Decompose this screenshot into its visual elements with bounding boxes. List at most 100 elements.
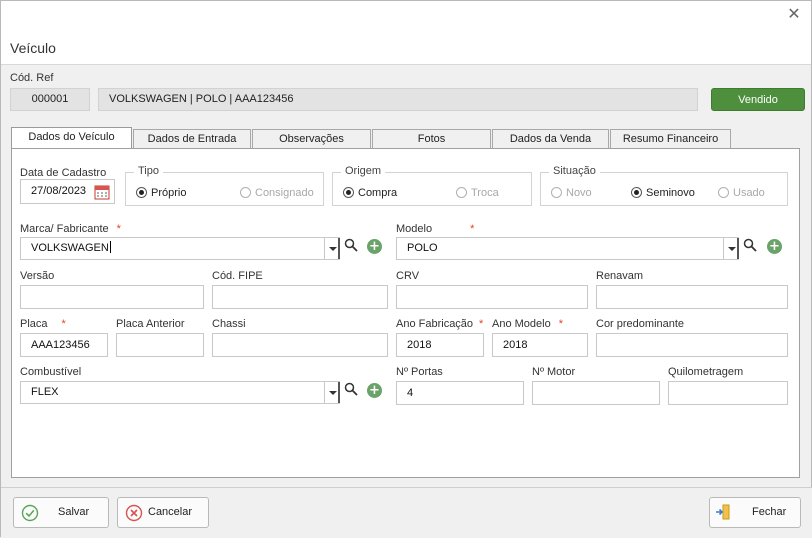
- modelo-search-icon[interactable]: [743, 238, 757, 252]
- vehicle-dialog: ✕ Veículo Cód. Ref 000001 VOLKSWAGEN | P…: [0, 0, 812, 538]
- situacao-label: Situação: [549, 165, 600, 177]
- situacao-novo-radio[interactable]: Novo: [551, 187, 592, 199]
- situacao-usado-label: Usado: [733, 187, 765, 199]
- data-cadastro-value: 27/08/2023: [31, 185, 87, 197]
- quilometragem-label: Quilometragem: [668, 366, 744, 378]
- radio-checked-icon: [136, 187, 147, 198]
- radio-unchecked-icon: [718, 187, 729, 198]
- origem-compra-radio[interactable]: Compra: [343, 187, 397, 199]
- vehicle-data-panel: Data de Cadastro 27/08/2023 Tipo Próprio…: [11, 148, 800, 478]
- ano-fabricacao-input[interactable]: 2018: [396, 333, 484, 357]
- cancel-label: Cancelar: [148, 506, 193, 518]
- renavam-label: Renavam: [596, 270, 644, 282]
- title-bar: ✕ Veículo: [1, 1, 811, 65]
- combustivel-label: Combustível: [20, 366, 82, 378]
- origem-troca-radio[interactable]: Troca: [456, 187, 499, 199]
- modelo-add-icon[interactable]: +: [767, 239, 782, 254]
- ref-description-field: VOLKSWAGEN | POLO | AAA123456: [98, 88, 698, 111]
- calendar-icon[interactable]: [94, 184, 110, 200]
- ano-modelo-label-text: Ano Modelo: [492, 318, 551, 330]
- origem-compra-label: Compra: [358, 187, 398, 199]
- data-cadastro-label: Data de Cadastro: [20, 167, 107, 179]
- footer-bar: Salvar Cancelar Fechar: [1, 487, 812, 538]
- tab-observacoes[interactable]: Observações: [252, 129, 371, 148]
- situacao-usado-radio[interactable]: Usado: [718, 187, 765, 199]
- cancel-button[interactable]: Cancelar: [117, 497, 209, 528]
- tab-fotos[interactable]: Fotos: [372, 129, 491, 148]
- tipo-label: Tipo: [134, 165, 163, 177]
- crv-input[interactable]: [396, 285, 588, 309]
- close-button[interactable]: Fechar: [709, 497, 801, 528]
- chassi-label: Chassi: [212, 318, 246, 330]
- portas-input[interactable]: 4: [396, 381, 524, 405]
- placa-label: Placa *: [20, 318, 66, 330]
- chassi-input[interactable]: [212, 333, 388, 357]
- origem-label: Origem: [341, 165, 386, 177]
- modelo-label-text: Modelo: [396, 223, 433, 235]
- tab-dados-da-venda[interactable]: Dados da Venda: [492, 129, 609, 148]
- situacao-novo-label: Novo: [566, 187, 592, 199]
- tab-dados-do-veiculo[interactable]: Dados do Veículo: [11, 127, 132, 149]
- cor-label: Cor predominante: [596, 318, 685, 330]
- chevron-down-icon[interactable]: [723, 238, 739, 259]
- tipo-consignado-radio[interactable]: Consignado: [240, 187, 314, 199]
- placa-anterior-input[interactable]: [116, 333, 204, 357]
- required-mark: *: [61, 318, 66, 330]
- marca-label: Marca/ Fabricante *: [20, 223, 121, 235]
- radio-unchecked-icon: [240, 187, 251, 198]
- placa-label-text: Placa: [20, 318, 48, 330]
- exit-door-icon: [716, 504, 730, 520]
- ref-label: Cód. Ref: [10, 72, 54, 84]
- save-button[interactable]: Salvar: [13, 497, 109, 528]
- cod-fipe-label: Cód. FIPE: [212, 270, 263, 282]
- combustivel-value: FLEX: [31, 386, 59, 398]
- versao-label: Versão: [20, 270, 55, 282]
- required-mark: *: [470, 223, 475, 235]
- quilometragem-input[interactable]: [668, 381, 788, 405]
- close-icon[interactable]: ✕: [787, 5, 801, 23]
- radio-unchecked-icon: [456, 187, 467, 198]
- motor-input[interactable]: [532, 381, 660, 405]
- cancel-circle-icon: [125, 504, 143, 522]
- tipo-group: Tipo Próprio Consignado: [125, 165, 324, 206]
- origem-group: Origem Compra Troca: [332, 165, 532, 206]
- portas-label: Nº Portas: [396, 366, 443, 378]
- radio-unchecked-icon: [551, 187, 562, 198]
- motor-label: Nº Motor: [532, 366, 576, 378]
- tab-resumo-financeiro[interactable]: Resumo Financeiro: [610, 129, 731, 148]
- marca-search-icon[interactable]: [344, 238, 358, 252]
- radio-checked-icon: [343, 187, 354, 198]
- modelo-select[interactable]: POLO: [396, 237, 739, 260]
- marca-add-icon[interactable]: +: [367, 239, 382, 254]
- crv-label: CRV: [396, 270, 420, 282]
- modelo-value: POLO: [407, 242, 438, 254]
- cor-input[interactable]: [596, 333, 788, 357]
- dialog-title: Veículo: [10, 40, 56, 56]
- combustivel-search-icon[interactable]: [344, 382, 358, 396]
- required-mark: *: [558, 318, 563, 330]
- tipo-consignado-label: Consignado: [255, 187, 314, 199]
- ano-modelo-input[interactable]: 2018: [492, 333, 588, 357]
- placa-input[interactable]: AAA123456: [20, 333, 108, 357]
- placa-anterior-label: Placa Anterior: [116, 318, 185, 330]
- status-badge: Vendido: [711, 88, 805, 111]
- combustivel-select[interactable]: FLEX: [20, 381, 340, 404]
- marca-value: VOLKSWAGEN: [31, 242, 109, 254]
- ano-modelo-label: Ano Modelo *: [492, 318, 563, 330]
- cod-fipe-input[interactable]: [212, 285, 388, 309]
- tipo-proprio-label: Próprio: [151, 187, 187, 199]
- renavam-input[interactable]: [596, 285, 788, 309]
- check-circle-icon: [21, 504, 39, 522]
- chevron-down-icon[interactable]: [324, 238, 340, 259]
- marca-select[interactable]: VOLKSWAGEN: [20, 237, 340, 260]
- situacao-seminovo-label: Seminovo: [646, 187, 695, 199]
- tab-dados-de-entrada[interactable]: Dados de Entrada: [133, 129, 251, 148]
- radio-checked-icon: [631, 187, 642, 198]
- ano-fabricacao-label-text: Ano Fabricação: [396, 318, 474, 330]
- chevron-down-icon[interactable]: [324, 382, 340, 403]
- combustivel-add-icon[interactable]: +: [367, 383, 382, 398]
- tipo-proprio-radio[interactable]: Próprio: [136, 187, 186, 199]
- text-cursor: [109, 241, 111, 253]
- versao-input[interactable]: [20, 285, 204, 309]
- situacao-seminovo-radio[interactable]: Seminovo: [631, 187, 695, 199]
